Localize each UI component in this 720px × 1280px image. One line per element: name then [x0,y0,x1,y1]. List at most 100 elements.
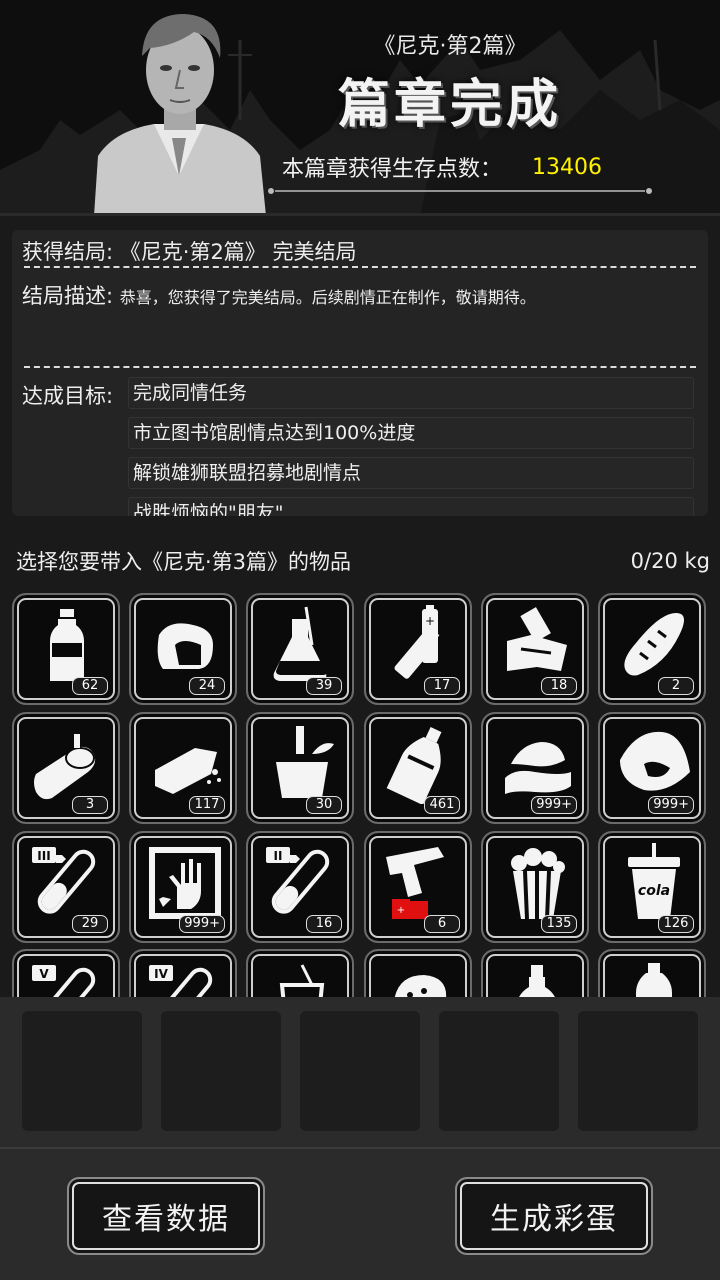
item-count-badge: 16 [306,915,342,933]
test-tube-iv-icon: IV [149,965,213,997]
bucket-icon [276,726,334,798]
meat-chunk-icon [157,623,213,669]
xray-hand-icon [149,847,221,919]
inventory-item[interactable]: +6 [364,831,472,943]
item-count-badge: 999+ [179,915,225,933]
chapter-complete-header: 《尼克·第2篇》 篇章完成 本篇章获得生存点数： 13406 [0,0,720,216]
carry-slot[interactable] [439,1011,559,1131]
svg-text:+: + [397,905,405,916]
glass-bottle-icon [386,727,442,804]
inventory-item[interactable]: V [12,949,120,997]
inventory-item[interactable]: IV [129,949,237,997]
item-count-badge: 999+ [531,796,577,814]
carry-slot[interactable] [161,1011,281,1131]
inventory-item[interactable]: III 29 [12,831,120,943]
inventory-item[interactable]: 3 [12,712,120,824]
bandage-kit-icon [507,607,567,671]
inventory-item[interactable]: 30 [246,712,354,824]
nick-portrait [94,14,266,213]
view-data-button[interactable]: 查看数据 [67,1177,265,1255]
meat-pie-icon [620,731,690,791]
goal-item: 市立图书馆剧情点达到100%进度 [128,417,694,449]
ending-value: 《尼克·第2篇》 完美结局 [119,240,357,264]
survival-points-row: 本篇章获得生存点数： 13406 [270,150,650,184]
inventory-item[interactable]: 999+ [481,712,589,824]
chapter-subtitle: 《尼克·第2篇》 [373,34,527,59]
popcorn-icon [511,848,565,920]
bottom-bar: 查看数据 生成彩蛋 [0,1147,720,1280]
inventory-item[interactable]: 461 [364,712,472,824]
item-count-badge: 17 [424,677,460,695]
flask-icon [273,606,328,681]
svg-text:II: II [274,849,283,863]
description-text: 恭喜，您获得了完美结局。后续剧情正在制作，敬请期待。 [119,288,536,307]
inventory-item[interactable] [481,949,589,997]
test-tube-v-icon: V [32,965,96,997]
item-count-badge: 999+ [648,796,694,814]
goal-item: 完成同情任务 [128,377,694,409]
test-tube-iii-icon: III [32,847,96,914]
inventory-item[interactable]: cola 126 [598,831,706,943]
goal-item: 战胜烦恼的"朋友" [128,497,694,516]
item-count-badge: 461 [424,796,460,814]
carry-items-bar: 选择您要带入《尼克·第3篇》的物品 0/20 kg [0,540,720,582]
item-count-badge: 117 [189,796,225,814]
goal-item: 解锁雄狮联盟招募地剧情点 [128,457,694,489]
item-count-badge: 135 [541,915,577,933]
inventory-item[interactable]: 39 [246,593,354,705]
vase-icon [519,965,555,997]
inventory-item[interactable]: +17 [364,593,472,705]
carry-weight: 0/20 kg [630,549,710,573]
inventory-item[interactable]: 999+ [598,712,706,824]
item-count-badge: 29 [72,915,108,933]
water-bottle-icon [50,609,84,681]
canned-food-icon [34,734,96,800]
selected-slots [0,997,720,1147]
svg-text:cola: cola [638,883,670,899]
carry-items-prompt: 选择您要带入《尼克·第3篇》的物品 [16,550,352,574]
svg-text:V: V [39,967,49,981]
item-count-badge: 2 [658,677,694,695]
inventory-item[interactable]: 24 [129,593,237,705]
survival-points-label: 本篇章获得生存点数： [282,157,503,182]
juice-glass-icon [279,964,325,997]
item-count-badge: 6 [424,915,460,933]
inventory-item[interactable] [364,949,472,997]
carry-slot[interactable] [22,1011,142,1131]
cloth-pile-icon [505,742,571,794]
inventory-item[interactable]: 999+ [129,831,237,943]
svg-text:IV: IV [154,967,168,981]
inventory-item[interactable]: 117 [129,712,237,824]
test-tube-ii-icon: II [266,847,330,914]
inventory-item[interactable]: 62 [12,593,120,705]
ending-label: 获得结局: [22,240,114,264]
description-label: 结局描述: [22,284,114,308]
cola-cup-icon: cola [628,843,680,919]
item-count-badge: 3 [72,796,108,814]
medicine-bottle-icon [636,963,672,997]
carry-slot[interactable] [300,1011,420,1131]
survival-points-value: 13406 [532,154,603,180]
inventory-item[interactable] [246,949,354,997]
battery-icon: + [394,605,440,679]
chapter-complete-title: 篇章完成 [337,75,562,135]
inventory-item[interactable]: 18 [481,593,589,705]
svg-text:III: III [37,849,50,863]
inventory-item[interactable]: II 16 [246,831,354,943]
dashed-divider [24,366,696,368]
bread-icon [624,613,684,676]
item-count-badge: 62 [72,677,108,695]
ornament-divider [268,188,652,194]
inventory-grid[interactable]: 62 24 39 +17 18 2 3 117 30 461 999+ 999+ III 29 999+ II… [0,585,720,997]
item-count-badge: 126 [658,915,694,933]
crumb-block-icon [155,748,221,794]
carry-slot[interactable] [578,1011,698,1131]
inventory-item[interactable]: 2 [598,593,706,705]
item-count-badge: 30 [306,796,342,814]
item-count-badge: 18 [541,677,577,695]
inventory-item[interactable]: 135 [481,831,589,943]
ending-row: 获得结局: 《尼克·第2篇》 完美结局 [22,236,698,266]
inventory-item[interactable] [598,949,706,997]
ending-info-panel: 获得结局: 《尼克·第2篇》 完美结局 结局描述: 恭喜，您获得了完美结局。后续… [12,230,708,516]
generate-easter-egg-button[interactable]: 生成彩蛋 [455,1177,653,1255]
